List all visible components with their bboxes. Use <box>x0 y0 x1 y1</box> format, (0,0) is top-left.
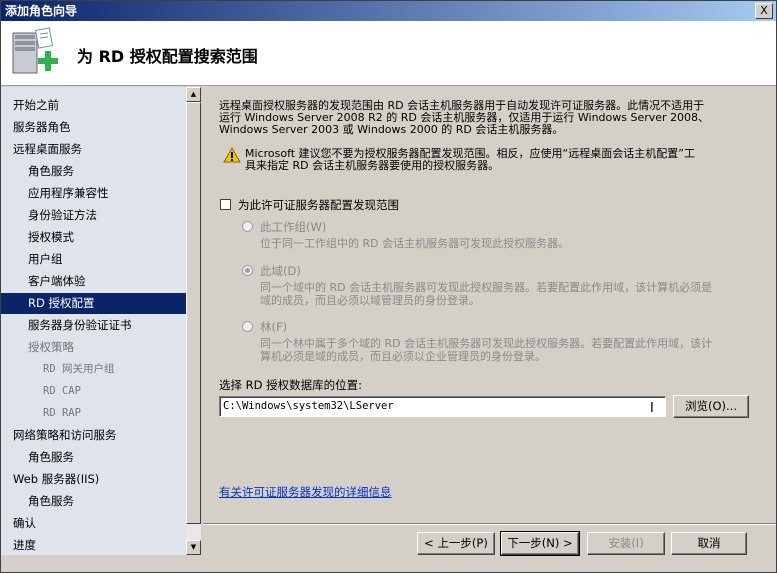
sidebar-step-item[interactable]: 用户组 <box>1 249 63 270</box>
title-bar: 添加角色向导 X <box>1 1 776 21</box>
option-desc-line: 位于同一工作组中的 RD 会话主机服务器可发现此授权服务器。 <box>260 237 570 250</box>
sidebar-step-item[interactable]: 授权模式 <box>1 227 74 248</box>
sidebar-step-item[interactable]: RD 授权配置 <box>1 293 186 314</box>
sidebar-step-item[interactable]: RD CAP <box>1 381 81 402</box>
sidebar-step-item[interactable]: 客户端体验 <box>1 271 86 292</box>
install-button[interactable]: 安装(I) <box>587 532 665 555</box>
description-text: 远程桌面授权服务器的发现范围由 RD 会话主机服务器用于自动发现许可证服务器。此… <box>219 100 764 136</box>
sidebar-step-item[interactable]: 服务器角色 <box>1 117 71 138</box>
window-title: 添加角色向导 <box>5 4 78 18</box>
radio-forest-desc: 同一个林中属于多个域的 RD 会话主机服务器可发现此授权服务器。若要配置此作用域… <box>260 337 760 363</box>
browse-button[interactable]: 浏览(O)... <box>673 395 749 418</box>
configure-discovery-checkbox[interactable] <box>220 199 231 210</box>
sidebar-step-item[interactable]: 确认 <box>1 513 36 534</box>
configure-discovery-label: 为此许可证服务器配置发现范围 <box>238 198 399 212</box>
scroll-up-icon[interactable]: ▲ <box>186 87 201 102</box>
sidebar-step-item[interactable]: 应用程序兼容性 <box>1 183 109 204</box>
warning-line: 具来指定 RD 会话主机服务器要使用的授权服务器。 <box>245 159 500 172</box>
previous-button[interactable]: < 上一步(P) <box>417 532 495 555</box>
scroll-thumb[interactable] <box>186 102 201 524</box>
scroll-down-icon[interactable]: ▼ <box>186 540 201 555</box>
radio-forest-label: 林(F) <box>260 320 288 334</box>
option-desc-line: 域的成员，而且必须以域管理员的身份登录。 <box>260 294 480 307</box>
wizard-header: 为 RD 授权配置搜索范围 <box>1 21 776 86</box>
step-list: 开始之前 服务器角色 远程桌面服务 角色服务 应用程序兼容性 身份验证方法 授权模式 用户组客… <box>1 87 186 555</box>
warning-icon <box>223 147 241 163</box>
db-path-field[interactable]: C:\Windows\system32\LServer <box>219 396 666 417</box>
page-title: 为 RD 授权配置搜索范围 <box>77 47 258 66</box>
sidebar-step-item[interactable]: 授权策略 <box>1 337 74 358</box>
sidebar-step-item[interactable]: RD RAP <box>1 403 81 424</box>
sidebar-step-item[interactable]: 角色服务 <box>1 491 74 512</box>
text-cursor-icon: I <box>650 401 654 416</box>
radio-workgroup-desc: 位于同一工作组中的 RD 会话主机服务器可发现此授权服务器。 <box>260 237 760 250</box>
sidebar-step-item[interactable]: 角色服务 <box>1 447 74 468</box>
sidebar-step-item[interactable]: 开始之前 <box>1 95 59 116</box>
sidebar-step-item[interactable]: Web 服务器(IIS) <box>1 469 99 490</box>
warning-text: Microsoft 建议您不要为授权服务器配置发现范围。相反，应使用“远程桌面会… <box>245 148 765 172</box>
radio-domain-desc: 同一个域中的 RD 会话主机服务器可发现此授权服务器。若要配置此作用域，该计算机… <box>260 281 760 307</box>
wizard-step-sidebar: 开始之前 服务器角色 远程桌面服务 角色服务 应用程序兼容性 身份验证方法 授权模式 用户组客… <box>1 87 201 555</box>
option-desc-line: 算机必须是域的成员，而且必须以企业管理员的身份登录。 <box>260 350 546 363</box>
option-desc-line: 同一个林中属于多个域的 RD 会话主机服务器可发现此授权服务器。若要配置此作用域… <box>260 337 713 350</box>
option-desc-line: 同一个域中的 RD 会话主机服务器可发现此授权服务器。若要配置此作用域，该计算机… <box>260 281 713 294</box>
sidebar-scrollbar[interactable]: ▲ ▼ <box>186 87 201 555</box>
sidebar-step-item[interactable]: 远程桌面服务 <box>1 139 82 160</box>
server-add-icon <box>12 27 58 74</box>
sidebar-step-item[interactable]: 进度 <box>1 535 36 555</box>
main-content: 远程桌面授权服务器的发现范围由 RD 会话主机服务器用于自动发现许可证服务器。此… <box>203 87 776 523</box>
radio-domain-label: 此域(D) <box>260 264 301 278</box>
sidebar-step-item[interactable]: RD 网关用户组 <box>1 359 114 380</box>
next-button[interactable]: 下一步(N) > <box>500 531 580 556</box>
add-roles-wizard-window: 添加角色向导 X 为 RD 授权配置搜索范围 开始之前 服务器角色 远程桌面服务 角色… <box>0 0 777 573</box>
radio-domain[interactable] <box>242 265 253 276</box>
footer-separator <box>203 523 776 525</box>
radio-forest[interactable] <box>242 321 253 332</box>
close-button[interactable]: X <box>755 3 773 19</box>
db-location-label: 选择 RD 授权数据库的位置: <box>219 378 363 392</box>
radio-workgroup[interactable] <box>242 221 253 232</box>
radio-workgroup-label: 此工作组(W) <box>260 220 327 234</box>
sidebar-step-item[interactable]: 身份验证方法 <box>1 205 97 226</box>
sidebar-step-item[interactable]: 服务器身份验证证书 <box>1 315 132 336</box>
sidebar-step-item[interactable]: 角色服务 <box>1 161 74 182</box>
sidebar-step-item[interactable]: 网络策略和访问服务 <box>1 425 117 446</box>
more-info-link[interactable]: 有关许可证服务器发现的详细信息 <box>219 484 392 500</box>
cancel-button[interactable]: 取消 <box>671 532 747 555</box>
description-line: Windows Server 2003 或 Windows 2000 的 RD … <box>219 123 564 136</box>
